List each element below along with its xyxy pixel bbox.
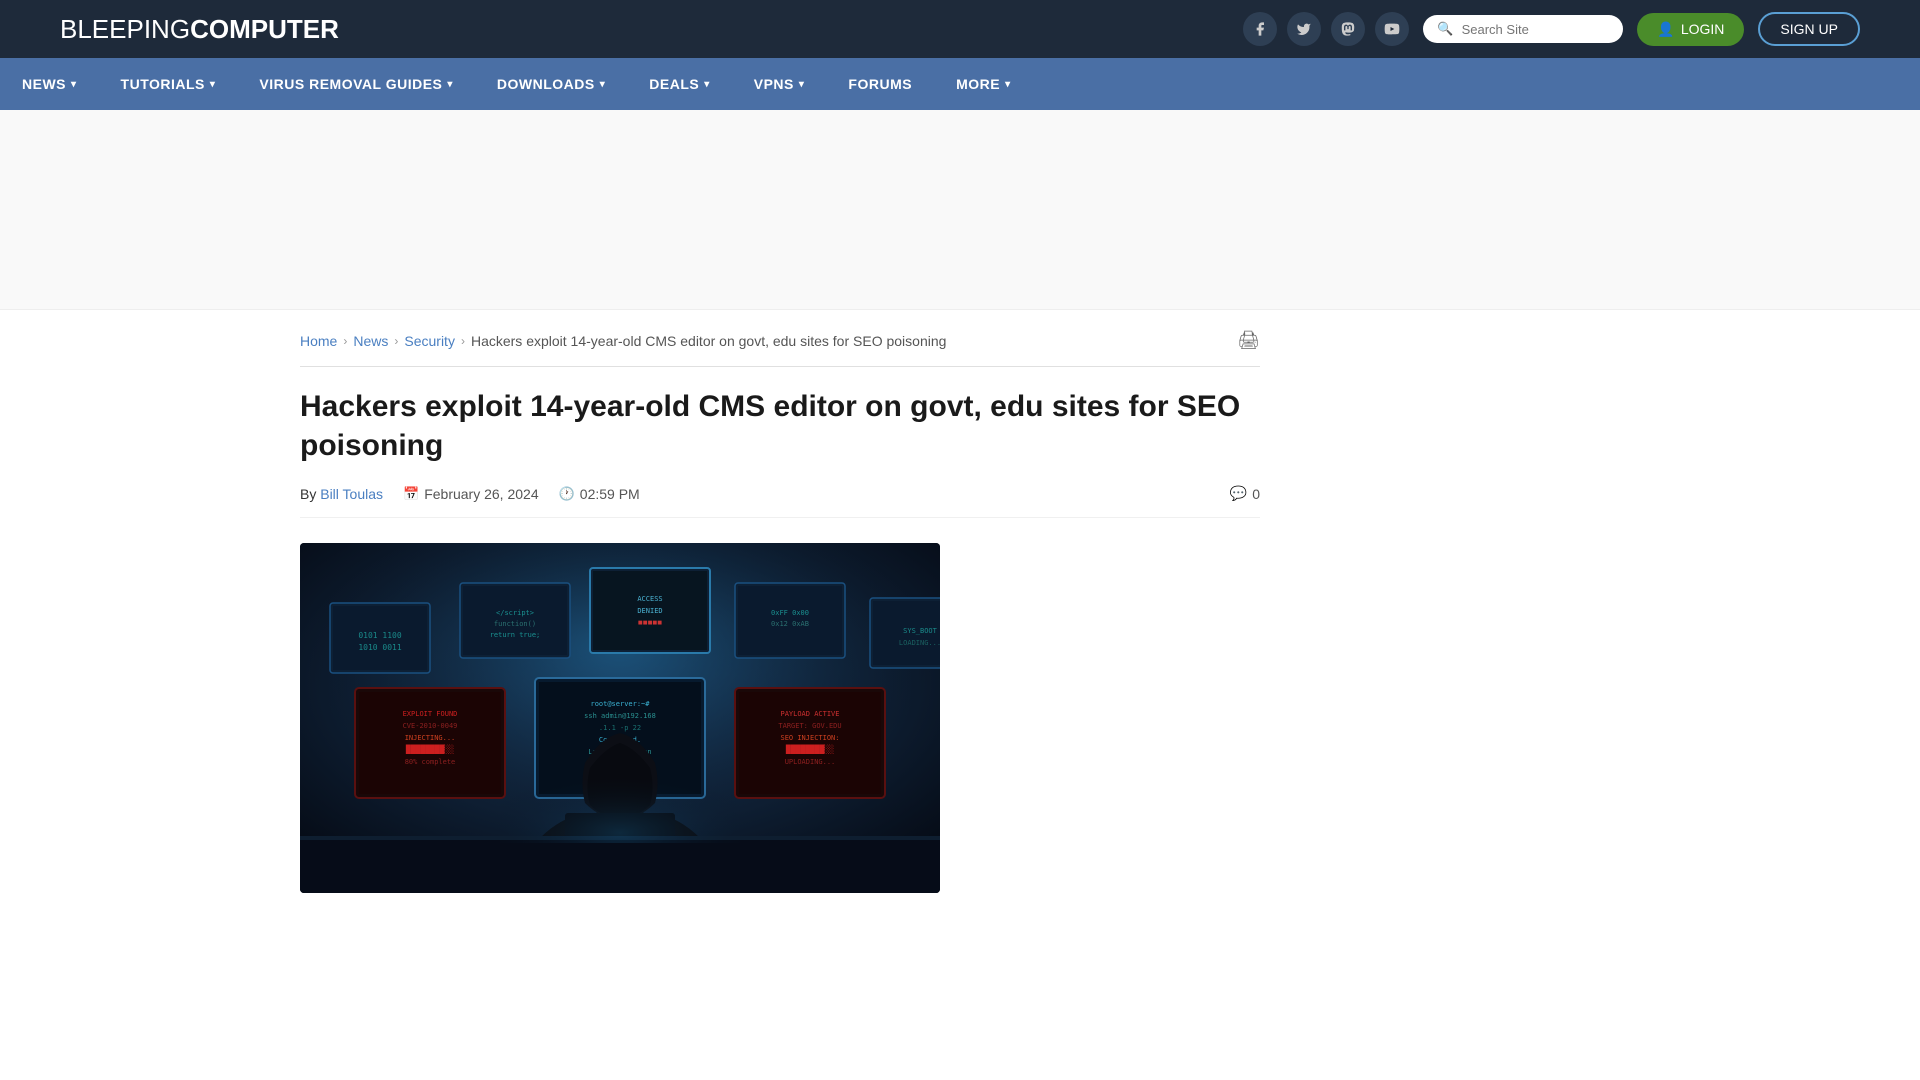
clock-icon: 🕐: [559, 486, 575, 502]
nav-virus-removal[interactable]: VIRUS REMOVAL GUIDES ▾: [237, 58, 474, 110]
svg-text:SYS_BOOT: SYS_BOOT: [903, 627, 938, 635]
site-logo[interactable]: BLEEPINGCOMPUTER: [60, 14, 339, 45]
article-title: Hackers exploit 14-year-old CMS editor o…: [300, 387, 1260, 465]
site-header: BLEEPINGCOMPUTER 🔍 👤 LOGIN SIGN UP: [0, 0, 1920, 58]
svg-text:0101 1100: 0101 1100: [358, 631, 402, 640]
nav-vpns[interactable]: VPNS ▾: [732, 58, 827, 110]
signup-label: SIGN UP: [1780, 21, 1838, 37]
nav-vpns-caret: ▾: [799, 79, 805, 90]
nav-deals[interactable]: DEALS ▾: [627, 58, 731, 110]
nav-vpns-label: VPNS: [754, 76, 794, 92]
nav-more-label: MORE: [956, 76, 1000, 92]
svg-text:0xFF 0x00: 0xFF 0x00: [771, 609, 809, 617]
social-icons-group: [1243, 12, 1409, 46]
calendar-icon: 📅: [403, 486, 419, 502]
nav-tutorials[interactable]: TUTORIALS ▾: [99, 58, 238, 110]
nav-more-caret: ▾: [1005, 79, 1011, 90]
breadcrumb-sep-2: ›: [394, 334, 398, 348]
svg-text:.1.1 -p 22: .1.1 -p 22: [599, 724, 641, 732]
breadcrumb-news[interactable]: News: [353, 333, 388, 349]
login-button[interactable]: 👤 LOGIN: [1637, 13, 1744, 46]
svg-text:return true;: return true;: [490, 631, 541, 639]
comment-icon: 💬: [1230, 485, 1247, 502]
nav-virus-caret: ▾: [447, 79, 453, 90]
sidebar: [1300, 330, 1600, 893]
date-value: February 26, 2024: [424, 486, 538, 502]
search-input[interactable]: [1462, 22, 1610, 37]
ad-banner: [0, 110, 1920, 310]
signup-button[interactable]: SIGN UP: [1758, 12, 1860, 46]
comments-count: 0: [1252, 486, 1260, 502]
svg-text:function(): function(): [494, 620, 536, 628]
nav-downloads-caret: ▾: [600, 79, 606, 90]
print-icon[interactable]: 🖨: [1237, 330, 1260, 351]
article-date: 📅 February 26, 2024: [403, 486, 539, 502]
breadcrumb-sep-3: ›: [461, 334, 465, 348]
time-value: 02:59 PM: [580, 486, 640, 502]
svg-text:1010 0011: 1010 0011: [358, 643, 402, 652]
svg-text:■■■■■: ■■■■■: [638, 618, 662, 627]
nav-forums[interactable]: FORUMS: [826, 58, 934, 110]
nav-tutorials-label: TUTORIALS: [121, 76, 205, 92]
nav-news-label: NEWS: [22, 76, 66, 92]
breadcrumb-left: Home › News › Security › Hackers exploit…: [300, 333, 946, 349]
svg-text:ssh admin@192.168: ssh admin@192.168: [584, 712, 656, 720]
svg-text:</script>: </script>: [496, 609, 534, 617]
nav-virus-label: VIRUS REMOVAL GUIDES: [259, 76, 442, 92]
article-author: By Bill Toulas: [300, 486, 383, 502]
main-nav: NEWS ▾ TUTORIALS ▾ VIRUS REMOVAL GUIDES …: [0, 58, 1920, 110]
svg-text:DENIED: DENIED: [637, 607, 662, 615]
nav-news-caret: ▾: [71, 79, 77, 90]
breadcrumb-home[interactable]: Home: [300, 333, 337, 349]
main-container: Home › News › Security › Hackers exploit…: [260, 310, 1660, 913]
breadcrumb-current: Hackers exploit 14-year-old CMS editor o…: [471, 333, 946, 349]
youtube-icon[interactable]: [1375, 12, 1409, 46]
breadcrumb-sep-1: ›: [343, 334, 347, 348]
article-hero-image: 0101 1100 1010 0011 </script> function()…: [300, 543, 940, 893]
svg-text:0x12 0xAB: 0x12 0xAB: [771, 620, 809, 628]
user-icon: 👤: [1657, 21, 1674, 38]
breadcrumb: Home › News › Security › Hackers exploit…: [300, 330, 1260, 367]
twitter-icon[interactable]: [1287, 12, 1321, 46]
article-time: 🕐 02:59 PM: [559, 486, 640, 502]
mastodon-icon[interactable]: [1331, 12, 1365, 46]
nav-news[interactable]: NEWS ▾: [0, 58, 99, 110]
author-link[interactable]: Bill Toulas: [320, 486, 383, 502]
svg-text:ACCESS: ACCESS: [637, 595, 662, 603]
svg-text:root@server:~#: root@server:~#: [590, 700, 650, 708]
nav-more[interactable]: MORE ▾: [934, 58, 1033, 110]
search-icon: 🔍: [1437, 21, 1453, 37]
login-label: LOGIN: [1681, 21, 1725, 37]
logo-bold: COMPUTER: [190, 14, 339, 44]
header-right: 🔍 👤 LOGIN SIGN UP: [1243, 12, 1860, 46]
article-comments[interactable]: 💬 0: [1230, 485, 1260, 502]
search-bar: 🔍: [1423, 15, 1623, 43]
article-container: Home › News › Security › Hackers exploit…: [300, 330, 1260, 893]
nav-forums-label: FORUMS: [848, 76, 912, 92]
breadcrumb-security[interactable]: Security: [404, 333, 455, 349]
nav-tutorials-caret: ▾: [210, 79, 216, 90]
logo-light: BLEEPING: [60, 14, 190, 44]
article-meta: By Bill Toulas 📅 February 26, 2024 🕐 02:…: [300, 485, 1260, 518]
nav-deals-caret: ▾: [704, 79, 710, 90]
facebook-icon[interactable]: [1243, 12, 1277, 46]
nav-deals-label: DEALS: [649, 76, 699, 92]
svg-text:LOADING...: LOADING...: [899, 639, 940, 647]
nav-downloads[interactable]: DOWNLOADS ▾: [475, 58, 627, 110]
nav-downloads-label: DOWNLOADS: [497, 76, 595, 92]
by-label: By: [300, 486, 316, 502]
